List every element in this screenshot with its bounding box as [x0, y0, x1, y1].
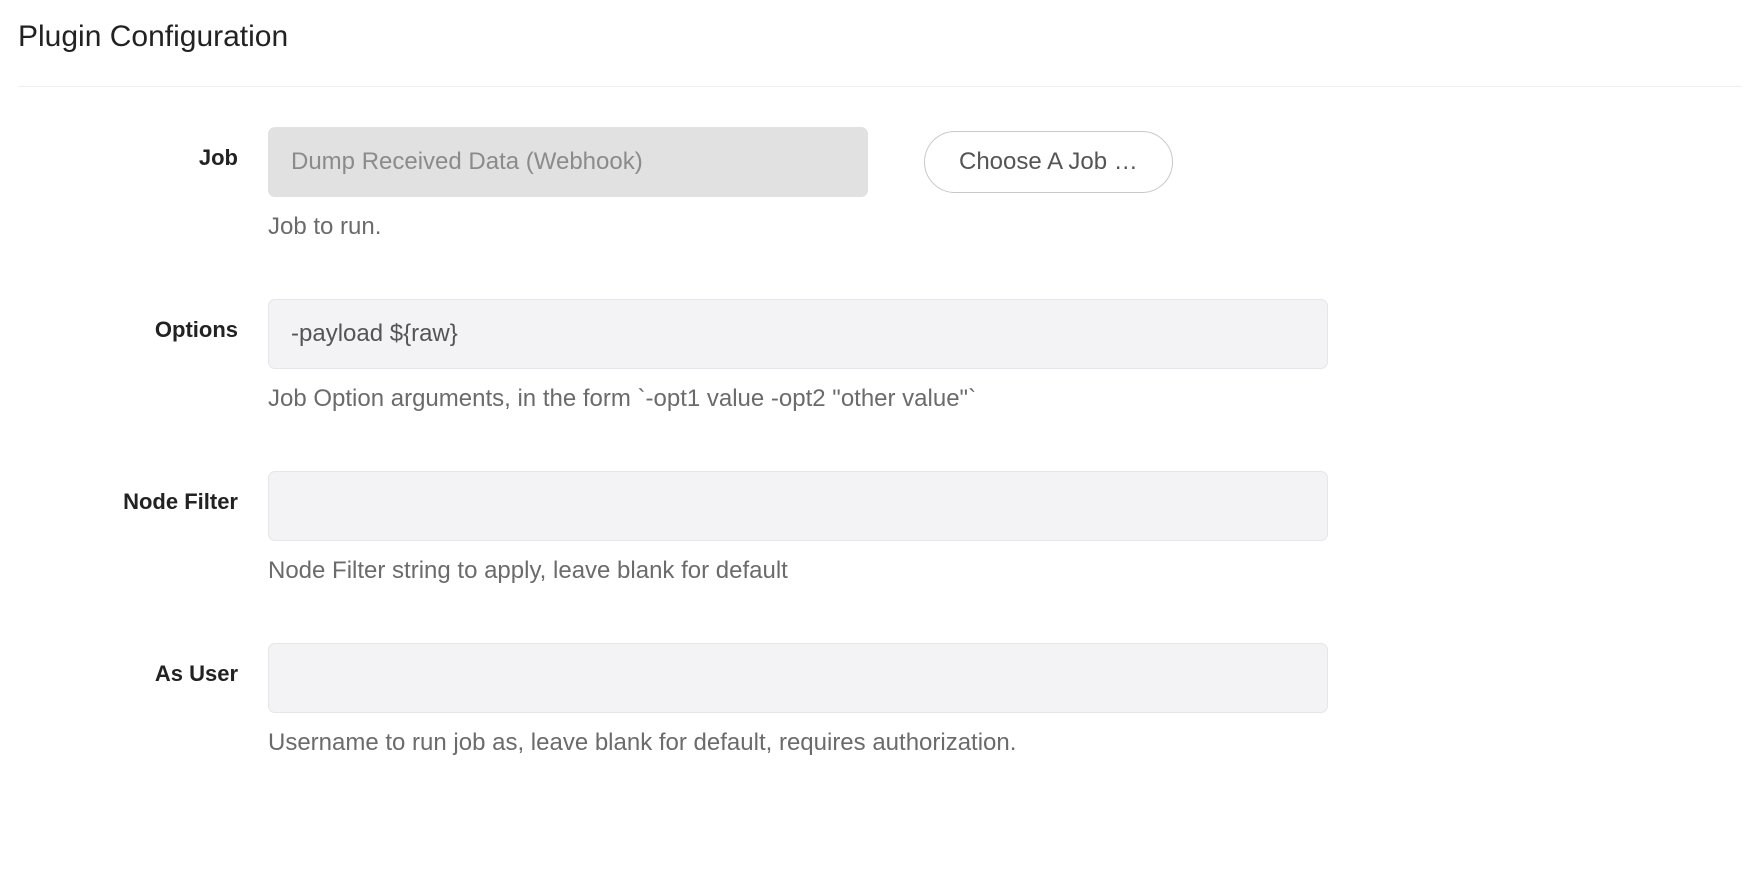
options-field[interactable] — [268, 299, 1328, 369]
page-title: Plugin Configuration — [18, 20, 1742, 87]
job-help: Job to run. — [268, 213, 1608, 241]
job-field: Dump Received Data (Webhook) — [268, 127, 868, 197]
as-user-field[interactable] — [268, 643, 1328, 713]
node-filter-field[interactable] — [268, 471, 1328, 541]
node-filter-help: Node Filter string to apply, leave blank… — [268, 557, 1608, 585]
options-row: Options Job Option arguments, in the for… — [18, 299, 1742, 413]
as-user-label: As User — [18, 643, 268, 687]
choose-job-button[interactable]: Choose A Job … — [924, 131, 1173, 193]
node-filter-row: Node Filter Node Filter string to apply,… — [18, 471, 1742, 585]
options-help: Job Option arguments, in the form `-opt1… — [268, 385, 1608, 413]
options-label: Options — [18, 299, 268, 343]
as-user-row: As User Username to run job as, leave bl… — [18, 643, 1742, 757]
as-user-help: Username to run job as, leave blank for … — [268, 729, 1608, 757]
job-row: Job Dump Received Data (Webhook) Choose … — [18, 127, 1742, 241]
node-filter-label: Node Filter — [18, 471, 268, 515]
job-label: Job — [18, 127, 268, 171]
